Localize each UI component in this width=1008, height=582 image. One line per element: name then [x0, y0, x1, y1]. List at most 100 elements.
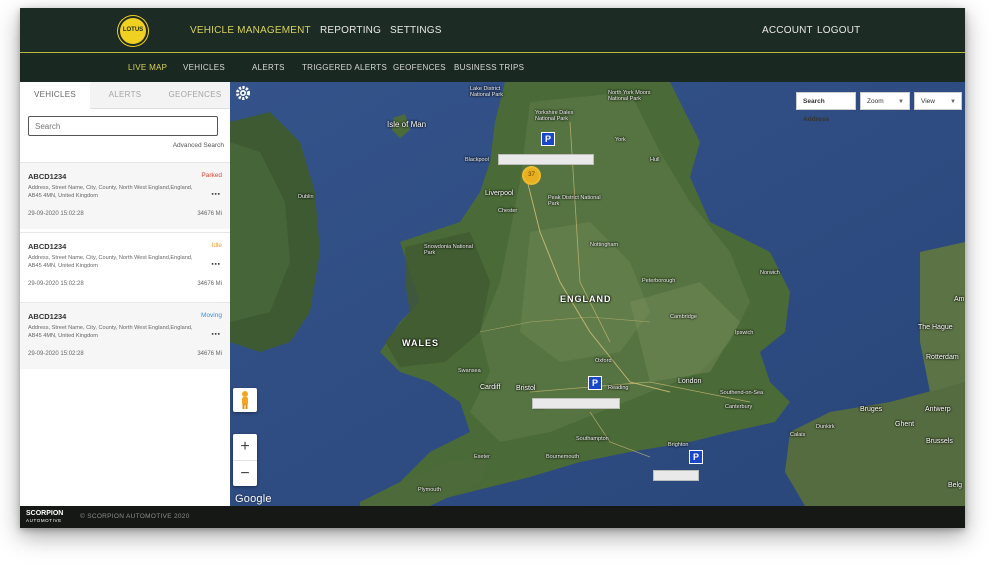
map-label: Southend-on-Sea [720, 390, 764, 396]
vehicle-search-input[interactable] [28, 116, 218, 136]
vehicle-list-item[interactable]: ABCD1234 Idle Address, Street Name, City… [20, 232, 230, 299]
map-label: Nottingham [590, 242, 619, 248]
search-address-label: Search Address [803, 98, 830, 123]
vehicle-id: ABCD1234 [28, 312, 67, 321]
map-info-callout[interactable] [532, 398, 620, 409]
vehicle-odometer: 34676 Mi [197, 281, 222, 287]
vehicle-timestamp: 29-09-2020 15:02:28 [28, 281, 84, 287]
more-options-icon[interactable]: ⋯ [211, 329, 220, 340]
street-view-pegman-icon[interactable] [233, 388, 257, 412]
zoom-controls: + − [233, 434, 257, 486]
subnav-vehicles[interactable]: VEHICLES [183, 63, 225, 72]
map-info-callout[interactable] [498, 154, 594, 165]
map-info-callout[interactable] [653, 470, 699, 481]
vehicle-timestamp: 29-09-2020 15:02:28 [28, 351, 84, 357]
sidebar-tabs: VEHICLES ALERTS GEOFENCES [20, 82, 230, 109]
map-label: Bruges [860, 406, 883, 413]
nav-reporting[interactable]: REPORTING [320, 25, 381, 36]
map-label: Plymouth [418, 487, 441, 493]
footer-copyright: © SCORPION AUTOMOTIVE 2020 [80, 513, 190, 520]
map-label: Canterbury [725, 404, 753, 410]
map-label: Ipswich [735, 330, 754, 336]
zoom-in-button[interactable]: + [233, 434, 257, 460]
more-options-icon[interactable]: ⋯ [211, 189, 220, 200]
map-label: Oxford [595, 358, 612, 364]
map-label: Rotterdam [926, 354, 959, 361]
map-label: Brussels [926, 438, 953, 445]
top-navigation-bar: LOTUS VEHICLE MANAGEMENT REPORTING SETTI… [20, 8, 965, 53]
google-logo: Google [235, 493, 272, 505]
map-label: Ghent [895, 421, 915, 428]
live-map[interactable]: Isle of Man Lake District National Park … [230, 82, 965, 506]
vehicle-status: Moving [201, 312, 222, 319]
view-select-label: View [921, 98, 935, 105]
map-label: Belg [948, 482, 963, 489]
tab-alerts[interactable]: ALERTS [90, 82, 160, 109]
map-label: The Hague [918, 324, 953, 331]
chevron-down-icon: ▼ [898, 99, 904, 105]
map-label: Dublin [298, 194, 314, 200]
subnav-live-map[interactable]: LIVE MAP [128, 63, 167, 72]
sub-navigation-bar: LIVE MAP VEHICLES ALERTS TRIGGERED ALERT… [20, 53, 965, 81]
advanced-search-link[interactable]: Advanced Search [173, 142, 224, 149]
nav-logout[interactable]: LOGOUT [817, 25, 860, 36]
map-label: Bournemouth [546, 454, 580, 460]
map-label: Dunkirk [816, 424, 835, 430]
subnav-business-trips[interactable]: BUSINESS TRIPS [454, 63, 524, 72]
subnav-triggered-alerts[interactable]: TRIGGERED ALERTS [302, 63, 387, 72]
map-label: London [678, 378, 702, 385]
map-label: Calais [790, 432, 806, 438]
parking-marker[interactable]: P [588, 376, 602, 390]
map-label: York [615, 137, 626, 143]
zoom-select[interactable]: Zoom ▼ [860, 92, 910, 110]
zoom-select-label: Zoom [867, 98, 884, 105]
map-label: WALES [402, 338, 440, 348]
map-label: Antwerp [925, 406, 951, 413]
nav-account[interactable]: ACCOUNT [762, 25, 813, 36]
map-label: Exeter [474, 454, 490, 460]
map-label: Liverpool [485, 190, 514, 197]
view-select[interactable]: View ▼ [914, 92, 962, 110]
zoom-out-button[interactable]: − [233, 460, 257, 487]
map-label: Hull [650, 157, 660, 163]
map-label: Peak District National Park [548, 195, 601, 207]
parking-marker[interactable]: P [541, 132, 555, 146]
parking-marker[interactable]: P [689, 450, 703, 464]
map-label: Peterborough [642, 278, 676, 284]
nav-vehicle-management[interactable]: VEHICLE MANAGEMENT [190, 25, 311, 36]
search-address-button[interactable]: Search Address [796, 92, 856, 123]
map-label: North York Moors National Park [608, 90, 651, 102]
subnav-alerts[interactable]: ALERTS [252, 63, 285, 72]
map-label: Lake District National Park [470, 86, 504, 98]
vehicle-cluster-marker[interactable]: 37 [522, 166, 541, 185]
vehicle-list-item[interactable]: ABCD1234 Moving Address, Street Name, Ci… [20, 302, 230, 369]
map-label: Blackpool [465, 157, 489, 163]
map-label: Cambridge [670, 314, 697, 320]
footer-brand-name: SCORPION [26, 510, 64, 517]
map-label: Snowdonia National Park [424, 244, 473, 256]
nav-settings[interactable]: SETTINGS [390, 25, 442, 36]
map-label: Reading [608, 385, 629, 391]
vehicle-list-item[interactable]: ABCD1234 Parked Address, Street Name, Ci… [20, 162, 230, 229]
map-label: Isle of Man [387, 120, 427, 129]
map-label: Norwich [760, 270, 780, 276]
footer-brand-sub: AUTOMOTIVE [26, 518, 62, 523]
vehicle-address: Address, Street Name, City, County, Nort… [28, 185, 193, 199]
vehicle-status: Parked [201, 172, 222, 179]
map-label: Am [954, 296, 965, 303]
tab-geofences[interactable]: GEOFENCES [160, 82, 230, 109]
settings-gear-icon[interactable] [234, 84, 252, 102]
vehicle-id: ABCD1234 [28, 172, 67, 181]
vehicle-status: Idle [211, 242, 222, 249]
vehicle-id: ABCD1234 [28, 242, 67, 251]
vehicle-odometer: 34676 Mi [197, 351, 222, 357]
vehicle-address: Address, Street Name, City, County, Nort… [28, 255, 193, 269]
map-label: Brighton [668, 442, 689, 448]
vehicle-odometer: 34676 Mi [197, 211, 222, 217]
subnav-geofences[interactable]: GEOFENCES [393, 63, 446, 72]
more-options-icon[interactable]: ⋯ [211, 259, 220, 270]
tab-vehicles[interactable]: VEHICLES [20, 82, 90, 109]
footer: SCORPION AUTOMOTIVE © SCORPION AUTOMOTIVE… [20, 506, 965, 528]
lotus-logo[interactable]: LOTUS [120, 18, 146, 44]
map-label: Yorkshire Dales National Park [535, 110, 574, 122]
